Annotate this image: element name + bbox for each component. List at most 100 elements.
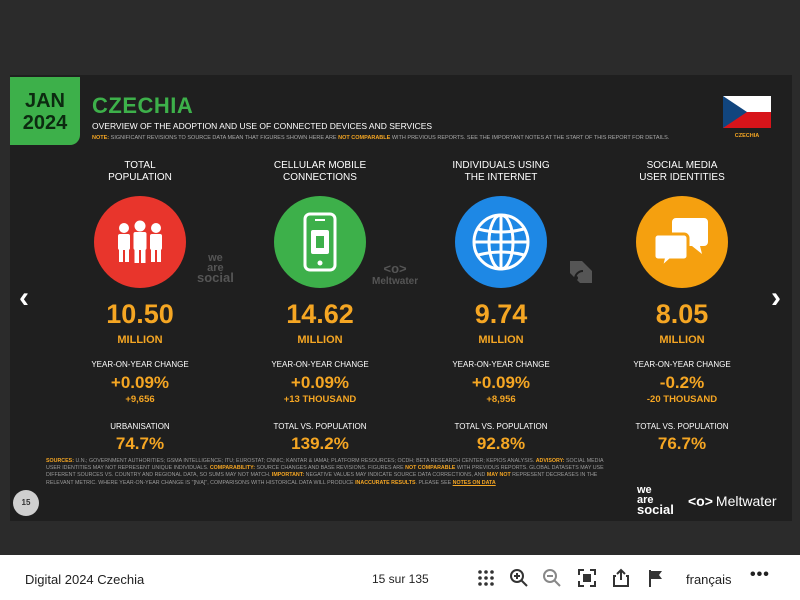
total-population-value: 10.50 — [106, 299, 174, 329]
stat-label: TOTAL vs. POPULATION — [635, 422, 729, 431]
meltwater-logo: <o> Meltwater — [688, 493, 777, 509]
heading-line-1: TOTAL — [124, 160, 156, 171]
viewer-top-area — [0, 0, 800, 75]
yoy-label: YEAR-ON-YEAR CHANGE — [91, 360, 189, 369]
may-not: MAY NOT — [486, 472, 511, 479]
zoom-in-icon[interactable] — [508, 567, 530, 589]
meltwater-text: Meltwater — [715, 493, 777, 509]
inaccurate-results: INACCURATE RESULTS — [355, 479, 416, 486]
more-options-icon[interactable]: ••• — [750, 566, 770, 584]
stat-label: URBANISATION — [110, 422, 170, 431]
heading-line-1: SOCIAL MEDIA — [646, 160, 718, 171]
date-month: JAN — [24, 90, 65, 112]
meltwater-mark-icon: <o> — [383, 261, 407, 276]
yoy-percent: +0.09% — [110, 373, 170, 392]
people-icon — [94, 196, 186, 288]
slide-subtitle: OVERVIEW OF THE ADOPTION AND USE OF CONN… — [92, 121, 433, 131]
slide: JAN 2024 CZECHIA OVERVIEW OF THE ADOPTIO… — [10, 75, 792, 521]
meltwater-watermark: <o> Meltwater — [372, 261, 418, 287]
heading-line-2: POPULATION — [108, 172, 172, 183]
flag-label: CZECHIA — [734, 133, 760, 139]
date-year: 2024 — [22, 112, 68, 134]
flag-report-icon[interactable] — [645, 567, 667, 589]
stat-value: 74.7% — [115, 434, 165, 453]
yoy-absolute: +8,956 — [486, 394, 516, 405]
stat-value: 92.8% — [476, 434, 526, 453]
important-label: IMPORTANT: — [271, 472, 305, 479]
stat-label: TOTAL vs. POPULATION — [273, 422, 367, 431]
stat-column-social: SOCIAL MEDIA USER IDENTITIES 8.05 MILLIO… — [602, 160, 762, 454]
stat-column-internet: INDIVIDUALS USING THE INTERNET 9.74 MILL… — [421, 160, 581, 454]
heading-line-1: CELLULAR MOBILE — [273, 160, 367, 171]
social-users-value: 8.05 — [655, 299, 709, 329]
document-title: Digital 2024 Czechia — [25, 572, 145, 587]
stat-value: 76.7% — [657, 434, 707, 453]
heading-line-2: CONNECTIONS — [283, 172, 357, 183]
page-counter: 15 sur 135 — [372, 572, 429, 586]
sources-text: SOURCES: U.N.; GOVERNMENT AUTHORITIES; G… — [46, 458, 618, 487]
stat-label: TOTAL vs. POPULATION — [454, 422, 548, 431]
language-selector[interactable]: français — [686, 572, 732, 587]
note-highlight: NOT COMPARABLE — [338, 135, 391, 141]
previous-slide-button[interactable]: ‹ — [12, 283, 36, 313]
yoy-percent: +0.09% — [471, 373, 531, 392]
grid-view-icon[interactable] — [475, 567, 497, 589]
meltwater-mark-icon: <o> — [688, 493, 713, 509]
yoy-percent: -0.2% — [659, 373, 705, 392]
not-comparable: NOT COMPARABLE — [405, 465, 456, 472]
stat-column-mobile: CELLULAR MOBILE CONNECTIONS 14.62 MILLIO… — [240, 160, 400, 454]
note-text-1: SIGNIFICANT REVISIONS TO SOURCE DATA MEA… — [110, 135, 337, 141]
feed-watermark-icon — [566, 257, 596, 292]
note-label: NOTE: — [92, 135, 110, 141]
column-heading: SOCIAL MEDIA USER IDENTITIES — [602, 160, 762, 188]
unit-label: MILLION — [297, 334, 343, 346]
watermark-line: social — [197, 270, 234, 285]
logo-line: social — [637, 502, 674, 517]
yoy-absolute: +13 THOUSAND — [283, 394, 357, 405]
mobile-phone-icon — [274, 196, 366, 288]
heading-line-2: THE INTERNET — [464, 172, 538, 183]
column-heading: CELLULAR MOBILE CONNECTIONS — [240, 160, 400, 188]
fullscreen-icon[interactable] — [576, 567, 598, 589]
column-heading: TOTAL POPULATION — [60, 160, 220, 188]
we-are-social-logo: we are social — [637, 485, 674, 517]
sources-text-5: NEGATIVE VALUES MAY INDICATE SOURCE DATA… — [305, 472, 486, 479]
watermark-text: Meltwater — [372, 276, 419, 287]
column-heading: INDIVIDUALS USING THE INTERNET — [421, 160, 581, 188]
next-slide-button[interactable]: › — [764, 283, 788, 313]
unit-label: MILLION — [659, 334, 705, 346]
comparability-label: COMPARABILITY: — [209, 465, 255, 472]
yoy-absolute: +9,656 — [125, 394, 155, 405]
slide-title: CZECHIA — [92, 93, 194, 118]
note-text-2: WITH PREVIOUS REPORTS. SEE THE IMPORTANT… — [391, 135, 670, 141]
notes-on-data-link[interactable]: NOTES ON DATA — [453, 480, 496, 486]
stat-column-population: TOTAL POPULATION 10.50 MILLION YEAR-ON-Y… — [60, 160, 220, 454]
speech-bubbles-icon — [636, 196, 728, 288]
sources-text-3: SOURCE CHANGES AND BASE REVISIONS. FIGUR… — [256, 465, 404, 472]
note-line: NOTE: SIGNIFICANT REVISIONS TO SOURCE DA… — [92, 135, 669, 141]
heading-line-1: INDIVIDUALS USING — [452, 160, 550, 171]
yoy-percent: +0.09% — [290, 373, 350, 392]
mobile-connections-value: 14.62 — [286, 299, 354, 329]
sources-text-1: U.N.; GOVERNMENT AUTHORITIES; GSMA INTEL… — [75, 458, 535, 464]
sources-label: SOURCES: — [46, 458, 74, 464]
we-are-social-watermark: we are social — [197, 253, 234, 285]
internet-users-value: 9.74 — [474, 299, 528, 329]
yoy-label: YEAR-ON-YEAR CHANGE — [271, 360, 369, 369]
zoom-out-icon[interactable] — [541, 567, 563, 589]
globe-icon — [455, 196, 547, 288]
advisory-label: ADVISORY: — [535, 458, 565, 464]
heading-line-2: USER IDENTITIES — [639, 172, 725, 183]
yoy-absolute: -20 THOUSAND — [646, 394, 718, 405]
slide-page-number: 15 — [13, 490, 39, 516]
stat-value: 139.2% — [291, 434, 349, 453]
date-badge: JAN 2024 — [10, 77, 80, 145]
share-icon[interactable] — [610, 567, 632, 589]
czech-flag — [723, 96, 771, 128]
unit-label: MILLION — [478, 334, 524, 346]
yoy-label: YEAR-ON-YEAR CHANGE — [452, 360, 550, 369]
viewer-toolbar: Digital 2024 Czechia 15 sur 135 français… — [0, 555, 800, 600]
yoy-label: YEAR-ON-YEAR CHANGE — [633, 360, 731, 369]
sources-text-7: . PLEASE SEE — [415, 479, 452, 486]
unit-label: MILLION — [117, 334, 163, 346]
